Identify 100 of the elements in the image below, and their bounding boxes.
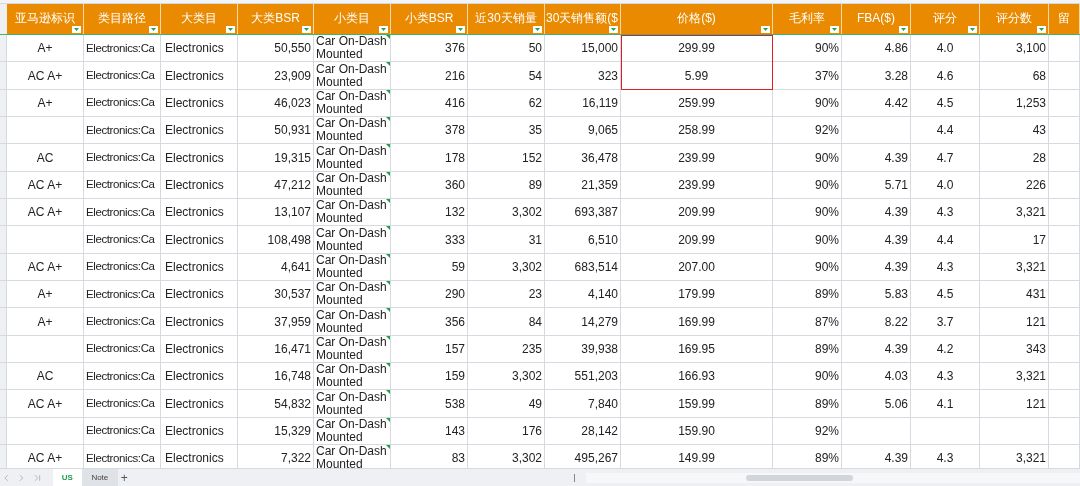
filter-dropdown-icon[interactable] [456,26,465,33]
table-cell-text: 5.99 [684,67,709,85]
table-cell-text: 4.39 [884,258,908,276]
table-cell-text: 4.42 [884,94,908,112]
table-cell-text: 4.86 [884,40,908,58]
table-cell-text: AC A+ [27,204,63,222]
row-header[interactable] [0,335,7,363]
table-cell-text: 21,359 [581,176,618,194]
table-cell-text: 54 [528,67,542,85]
table-cell: Car On-Dash Mounted [316,335,388,362]
table-cell-text: 4.2 [936,340,954,358]
table-cell-text: 5.06 [884,395,908,413]
table-cell-text: Electronics [165,340,224,358]
row-header[interactable] [0,4,7,34]
filter-dropdown-icon[interactable] [226,26,235,33]
add-sheet-button[interactable]: + [120,471,128,484]
column-header: 小类目 [334,10,370,27]
column-header: 大类目 [181,10,217,27]
table-cell-text: Electronics:Ca [86,259,155,275]
table-cell-text: 9,065 [587,122,618,140]
horizontal-scrollbar[interactable] [585,472,1080,483]
table-cell-text: Electronics:Ca [86,40,155,56]
table-cell-text: 4.4 [936,122,954,140]
filter-dropdown-icon[interactable] [830,26,839,33]
row-header[interactable] [0,62,7,89]
table-cell-text: Electronics:Ca [86,95,155,111]
table-cell-text: 15,000 [581,40,618,58]
table-cell: Car On-Dash Mounted [316,445,388,468]
filter-dropdown-icon[interactable] [761,26,770,33]
table-cell-text: 4,641 [280,258,311,276]
filter-dropdown-icon[interactable] [609,26,618,33]
table-cell-text: 8.22 [884,313,908,331]
filter-dropdown-icon[interactable] [72,26,81,33]
row-header[interactable] [0,253,7,281]
table-cell-text: 23,909 [274,67,311,85]
row-header[interactable] [0,117,7,144]
table-cell-text: 13,107 [274,204,311,222]
table-cell-text: 4.3 [936,258,954,276]
row-header[interactable] [0,417,7,445]
table-cell-text: A+ [37,286,53,304]
table-cell-text: AC [36,149,54,167]
row-header[interactable] [0,308,7,335]
table-cell-text: 169.95 [678,340,715,358]
row-header[interactable] [0,35,7,62]
table-cell-text: 343 [1025,340,1046,358]
last-sheet-icon[interactable] [34,473,42,482]
filter-dropdown-icon[interactable] [533,26,542,33]
sheet-tab[interactable]: Note [81,469,118,486]
table-cell-text: 239.99 [678,149,715,167]
table-cell-text: 49 [528,395,542,413]
filter-dropdown-icon[interactable] [968,26,977,33]
table-cell-text: 333 [444,231,465,249]
table-cell-text: 5.83 [884,286,908,304]
row-header[interactable] [0,144,7,171]
table-cell-text: 356 [444,313,465,331]
table-cell-text: 89% [814,340,839,358]
table-cell-text: A+ [37,313,53,331]
table-cell-text: 6,510 [587,231,618,249]
row-header[interactable] [0,445,7,468]
table-cell-text: 4.7 [936,149,954,167]
filter-dropdown-icon[interactable] [149,26,158,33]
row-header[interactable] [0,199,7,226]
table-cell-text: AC A+ [27,258,63,276]
row-header[interactable] [0,281,7,308]
table-cell-text: 143 [444,423,465,440]
row-header[interactable] [0,89,7,117]
table-cell-text: 159 [444,368,465,386]
table-cell-text: A+ [37,94,53,112]
table-cell-text: 3,302 [511,450,542,468]
first-sheet-icon[interactable] [3,473,9,482]
table-cell-text: 50 [528,40,542,58]
table-cell-text: AC A+ [27,67,63,85]
filter-dropdown-icon[interactable] [899,26,908,33]
table-cell: Car On-Dash Mounted [316,171,388,198]
table-cell-text: 14,279 [581,313,618,331]
table-cell-text: 4.3 [936,450,954,468]
filter-dropdown-icon[interactable] [1037,26,1046,33]
table-cell-text: 16,748 [274,368,311,386]
table-cell-text: 46,023 [274,94,311,112]
row-header[interactable] [0,390,7,417]
table-cell: Car On-Dash Mounted [316,363,388,390]
table-cell-text: 54,832 [274,395,311,413]
table-cell-text: 159.90 [678,423,715,440]
table-cell-text: 323 [597,67,618,85]
table-cell-text: 3.28 [884,67,908,85]
table-cell-text: 132 [444,204,465,222]
table-cell-text: 538 [444,395,465,413]
table-cell-text: 7,840 [587,395,618,413]
table-cell-text: 3,302 [511,368,542,386]
table-cell-text: 36,478 [581,149,618,167]
table-cell-text: Electronics:Ca [86,122,155,138]
table-cell-text: 121 [1025,313,1046,331]
next-sheet-icon[interactable] [18,473,25,482]
filter-dropdown-icon[interactable] [379,26,388,33]
filter-dropdown-icon[interactable] [302,26,311,33]
sheet-tab[interactable]: US [52,469,82,486]
row-header[interactable] [0,171,7,199]
row-header[interactable] [0,226,7,253]
table-cell-text: Electronics [165,423,224,440]
row-header[interactable] [0,363,7,390]
